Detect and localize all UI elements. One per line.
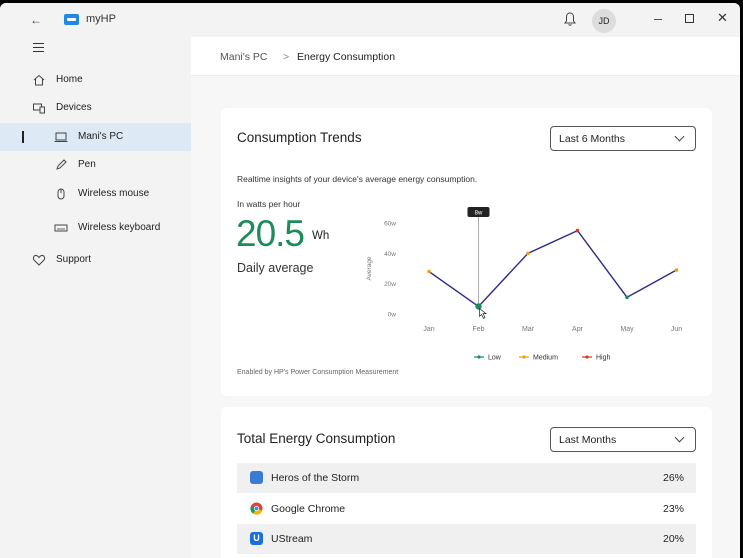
units-label: In watts per hour — [237, 199, 301, 209]
legend-marker — [477, 355, 481, 359]
hp-logo-icon — [64, 14, 79, 25]
total-energy-card: Total Energy Consumption Last Months Her… — [221, 407, 712, 558]
series-line — [428, 229, 677, 308]
mouse-icon — [57, 188, 65, 200]
app-percent: 23% — [662, 503, 684, 515]
daily-average-caption: Daily average — [237, 261, 314, 275]
sidebar-item-home[interactable]: Home — [0, 66, 191, 94]
sidebar-item-manis-pc[interactable]: Mani's PC — [0, 123, 191, 151]
sidebar-item-label: Wireless mouse — [78, 188, 150, 199]
app-name: Heros of the Storm — [271, 472, 360, 484]
laptop-icon — [54, 132, 68, 142]
legend-label: Low — [488, 355, 502, 362]
footnote: Enabled by HP's Power Consumption Measur… — [237, 369, 399, 376]
ustream-icon: U — [250, 532, 263, 545]
legend-label: Medium — [533, 355, 558, 362]
breadcrumb-current: Energy Consumption — [297, 51, 396, 63]
breadcrumb-parent[interactable]: Mani's PC — [220, 51, 268, 63]
card-title: Total Energy Consumption — [237, 431, 396, 446]
total-range-select[interactable]: Last Months — [550, 427, 696, 452]
card-title: Consumption Trends — [237, 130, 362, 145]
consumption-line-chart[interactable]: 0w 20w 40w 60w Average Jan Feb Mar Apr May Jun 8w Lo… — [361, 204, 696, 364]
sidebar-item-pen[interactable]: Pen — [0, 151, 191, 179]
sidebar-item-wireless-keyboard[interactable]: Wireless keyboard — [0, 214, 191, 242]
heroes-of-the-storm-icon — [250, 471, 263, 484]
app-name: Google Chrome — [271, 503, 346, 515]
legend-label: High — [596, 355, 611, 362]
app-title: myHP — [86, 13, 116, 25]
app-percent: 20% — [662, 533, 684, 545]
y-tick-label: 40w — [384, 251, 396, 258]
tooltip-label: 8w — [475, 211, 483, 217]
app-percent: 26% — [662, 472, 684, 484]
data-point — [674, 268, 679, 272]
avatar[interactable]: JD — [592, 9, 616, 33]
y-tick-label: 0w — [388, 312, 397, 319]
y-tick-label: 20w — [384, 281, 396, 288]
maximize-button[interactable] — [685, 14, 694, 23]
keyboard-icon — [54, 224, 68, 232]
sidebar-item-label: Pen — [78, 159, 96, 170]
y-tick-label: 60w — [384, 221, 396, 228]
active-indicator — [22, 131, 24, 143]
sidebar-item-label: Mani's PC — [78, 131, 124, 142]
x-tick-label: May — [620, 326, 634, 333]
chrome-icon — [250, 502, 263, 515]
sidebar-item-label: Wireless keyboard — [78, 222, 161, 233]
x-tick-label: Jan — [423, 326, 434, 333]
chevron-down-icon — [674, 432, 685, 443]
app-window: ← myHP JD ✕ Home Devices Mani's PC Pen W… — [0, 3, 740, 558]
time-range-value: Last 6 Months — [559, 133, 625, 145]
daily-average-unit: Wh — [312, 230, 330, 242]
data-point — [625, 295, 629, 300]
data-point — [427, 269, 431, 274]
heart-support-icon — [32, 254, 46, 266]
app-name: UStream — [271, 533, 313, 545]
sidebar-item-devices[interactable]: Devices — [0, 94, 191, 122]
sidebar-item-support[interactable]: Support — [0, 246, 191, 274]
legend-marker — [585, 355, 589, 359]
cursor-icon — [479, 307, 487, 319]
sidebar-item-label: Devices — [56, 102, 92, 113]
pen-icon — [56, 159, 67, 170]
y-axis-label: Average — [366, 256, 373, 280]
x-tick-label: Mar — [522, 326, 535, 333]
title-bar: ← myHP JD ✕ — [0, 3, 740, 37]
main-content: Mani's PC > Energy Consumption Consumpti… — [191, 37, 740, 558]
devices-icon — [33, 103, 45, 114]
breadcrumb: Mani's PC > Energy Consumption — [191, 37, 740, 76]
home-icon — [33, 74, 45, 86]
data-point — [526, 251, 530, 256]
daily-average-value: 20.5 — [236, 213, 305, 254]
sidebar-item-label: Home — [56, 74, 83, 85]
legend-marker — [522, 355, 526, 359]
hamburger-menu-icon[interactable] — [33, 43, 44, 52]
sidebar: Home Devices Mani's PC Pen Wireless mous… — [0, 37, 191, 558]
table-row[interactable]: Google Chrome 23% — [237, 494, 696, 524]
back-arrow-icon[interactable]: ← — [30, 13, 42, 27]
total-range-value: Last Months — [559, 434, 617, 446]
table-row[interactable]: Heros of the Storm 26% — [237, 463, 696, 493]
x-tick-label: Feb — [472, 326, 484, 333]
insight-text: Realtime insights of your device's avera… — [237, 174, 478, 184]
x-tick-label: Apr — [572, 326, 584, 333]
sidebar-item-label: Support — [56, 254, 92, 265]
bell-icon[interactable] — [563, 11, 577, 27]
sidebar-item-wireless-mouse[interactable]: Wireless mouse — [0, 180, 191, 208]
time-range-select[interactable]: Last 6 Months — [550, 126, 696, 151]
chevron-down-icon — [674, 131, 685, 142]
minimize-button[interactable] — [654, 19, 662, 20]
breadcrumb-separator: > — [283, 51, 290, 63]
close-button[interactable]: ✕ — [717, 10, 728, 26]
data-point — [575, 228, 580, 233]
consumption-trends-card: Consumption Trends Last 6 Months Realtim… — [221, 108, 712, 396]
data-point — [475, 303, 482, 310]
x-tick-label: Jun — [671, 326, 682, 333]
table-row[interactable]: U UStream 20% — [237, 524, 696, 554]
